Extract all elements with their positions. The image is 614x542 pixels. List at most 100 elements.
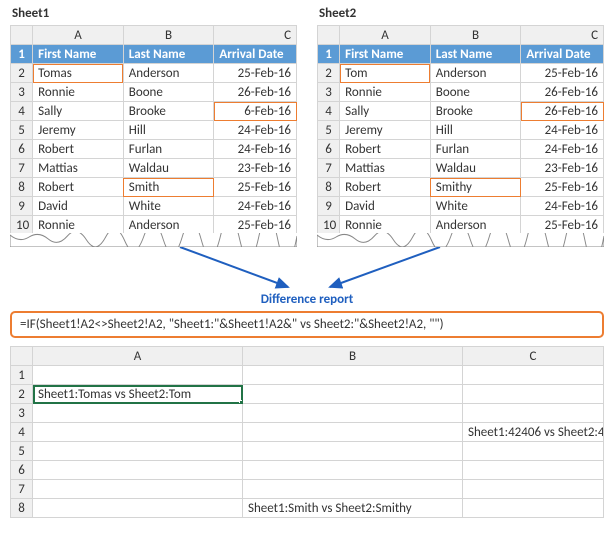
row-header[interactable]: 2 xyxy=(11,385,33,404)
col-header-b[interactable]: B xyxy=(243,347,463,366)
header-cell[interactable]: First Name xyxy=(340,45,431,64)
cell[interactable]: Smithy xyxy=(430,178,521,197)
cell[interactable] xyxy=(463,385,604,404)
cell[interactable] xyxy=(243,423,463,442)
row-header[interactable]: 2 xyxy=(318,64,340,83)
cell[interactable]: Furlan xyxy=(123,140,214,159)
cell[interactable] xyxy=(243,461,463,480)
col-header-c[interactable]: C xyxy=(214,26,297,45)
cell[interactable]: 25-Feb-16 xyxy=(521,216,604,235)
header-cell[interactable]: Arrival Date xyxy=(521,45,604,64)
cell[interactable]: White xyxy=(430,197,521,216)
cell[interactable]: 25-Feb-16 xyxy=(214,178,297,197)
cell[interactable]: Furlan xyxy=(430,140,521,159)
cell[interactable]: Tomas xyxy=(33,64,124,83)
cell[interactable]: 24-Feb-16 xyxy=(214,197,297,216)
cell[interactable] xyxy=(33,366,243,385)
cell[interactable] xyxy=(33,461,243,480)
col-header-b[interactable]: B xyxy=(430,26,521,45)
cell[interactable]: Anderson xyxy=(123,216,214,235)
cell[interactable] xyxy=(463,461,604,480)
cell[interactable]: 26-Feb-16 xyxy=(521,83,604,102)
cell[interactable] xyxy=(33,442,243,461)
row-header[interactable]: 1 xyxy=(11,45,33,64)
row-header[interactable]: 5 xyxy=(318,121,340,140)
cell[interactable]: Robert xyxy=(33,140,124,159)
cell[interactable]: Mattias xyxy=(33,159,124,178)
cell[interactable]: 26-Feb-16 xyxy=(521,102,604,121)
cell[interactable]: Waldau xyxy=(123,159,214,178)
cell[interactable]: 25-Feb-16 xyxy=(214,216,297,235)
cell[interactable]: Boone xyxy=(430,83,521,102)
cell[interactable]: Boone xyxy=(123,83,214,102)
row-header[interactable]: 6 xyxy=(11,140,33,159)
cell[interactable]: Brooke xyxy=(123,102,214,121)
row-header[interactable]: 6 xyxy=(11,461,33,480)
cell[interactable]: Robert xyxy=(340,140,431,159)
cell[interactable]: Ronnie xyxy=(340,216,431,235)
cell[interactable]: Anderson xyxy=(123,64,214,83)
corner-cell[interactable] xyxy=(318,26,340,45)
col-header-b[interactable]: B xyxy=(123,26,214,45)
cell[interactable]: White xyxy=(123,197,214,216)
cell[interactable]: Jeremy xyxy=(340,121,431,140)
header-cell[interactable]: Last Name xyxy=(123,45,214,64)
row-header[interactable]: 8 xyxy=(11,499,33,518)
cell[interactable]: Robert xyxy=(340,178,431,197)
row-header[interactable]: 7 xyxy=(11,480,33,499)
row-header[interactable]: 10 xyxy=(318,216,340,235)
cell[interactable] xyxy=(463,480,604,499)
cell[interactable]: Mattias xyxy=(340,159,431,178)
row-header[interactable]: 6 xyxy=(318,140,340,159)
cell[interactable]: Ronnie xyxy=(33,83,124,102)
row-header[interactable]: 7 xyxy=(11,159,33,178)
col-header-a[interactable]: A xyxy=(340,26,431,45)
col-header-c[interactable]: C xyxy=(463,347,604,366)
cell[interactable] xyxy=(33,423,243,442)
row-header[interactable]: 4 xyxy=(318,102,340,121)
cell[interactable]: 24-Feb-16 xyxy=(214,121,297,140)
row-header[interactable]: 9 xyxy=(318,197,340,216)
row-header[interactable]: 7 xyxy=(318,159,340,178)
cell[interactable] xyxy=(243,404,463,423)
col-header-a[interactable]: A xyxy=(33,26,124,45)
row-header[interactable]: 8 xyxy=(11,178,33,197)
cell[interactable] xyxy=(243,385,463,404)
cell[interactable]: Smith xyxy=(123,178,214,197)
cell[interactable] xyxy=(33,404,243,423)
cell[interactable] xyxy=(463,366,604,385)
cell[interactable]: Anderson xyxy=(430,64,521,83)
cell[interactable]: 25-Feb-16 xyxy=(521,178,604,197)
cell[interactable]: Sheet1:Smith vs Sheet2:Smithy xyxy=(243,499,463,518)
cell[interactable]: Tom xyxy=(340,64,431,83)
row-header[interactable]: 9 xyxy=(11,197,33,216)
cell[interactable]: Hill xyxy=(123,121,214,140)
cell[interactable]: Sheet1:Tomas vs Sheet2:Tom xyxy=(33,385,243,404)
row-header[interactable]: 4 xyxy=(11,102,33,121)
cell[interactable] xyxy=(243,442,463,461)
header-cell[interactable]: First Name xyxy=(33,45,124,64)
row-header[interactable]: 5 xyxy=(11,121,33,140)
row-header[interactable]: 5 xyxy=(11,442,33,461)
cell[interactable]: Waldau xyxy=(430,159,521,178)
cell[interactable]: Ronnie xyxy=(33,216,124,235)
cell[interactable]: 6-Feb-16 xyxy=(214,102,297,121)
row-header[interactable]: 1 xyxy=(318,45,340,64)
row-header[interactable]: 2 xyxy=(11,64,33,83)
row-header[interactable]: 3 xyxy=(11,83,33,102)
cell[interactable]: Brooke xyxy=(430,102,521,121)
cell[interactable]: Sheet1:42406 vs Sheet2:42426 xyxy=(463,423,604,442)
cell[interactable]: 24-Feb-16 xyxy=(214,140,297,159)
cell[interactable] xyxy=(33,499,243,518)
cell[interactable]: Sally xyxy=(33,102,124,121)
row-header[interactable]: 8 xyxy=(318,178,340,197)
cell[interactable]: Jeremy xyxy=(33,121,124,140)
fill-handle-icon[interactable] xyxy=(239,400,243,404)
row-header[interactable]: 3 xyxy=(11,404,33,423)
row-header[interactable]: 3 xyxy=(318,83,340,102)
cell[interactable]: 23-Feb-16 xyxy=(521,159,604,178)
cell[interactable]: Robert xyxy=(33,178,124,197)
cell[interactable] xyxy=(463,499,604,518)
cell[interactable]: 25-Feb-16 xyxy=(521,64,604,83)
header-cell[interactable]: Last Name xyxy=(430,45,521,64)
